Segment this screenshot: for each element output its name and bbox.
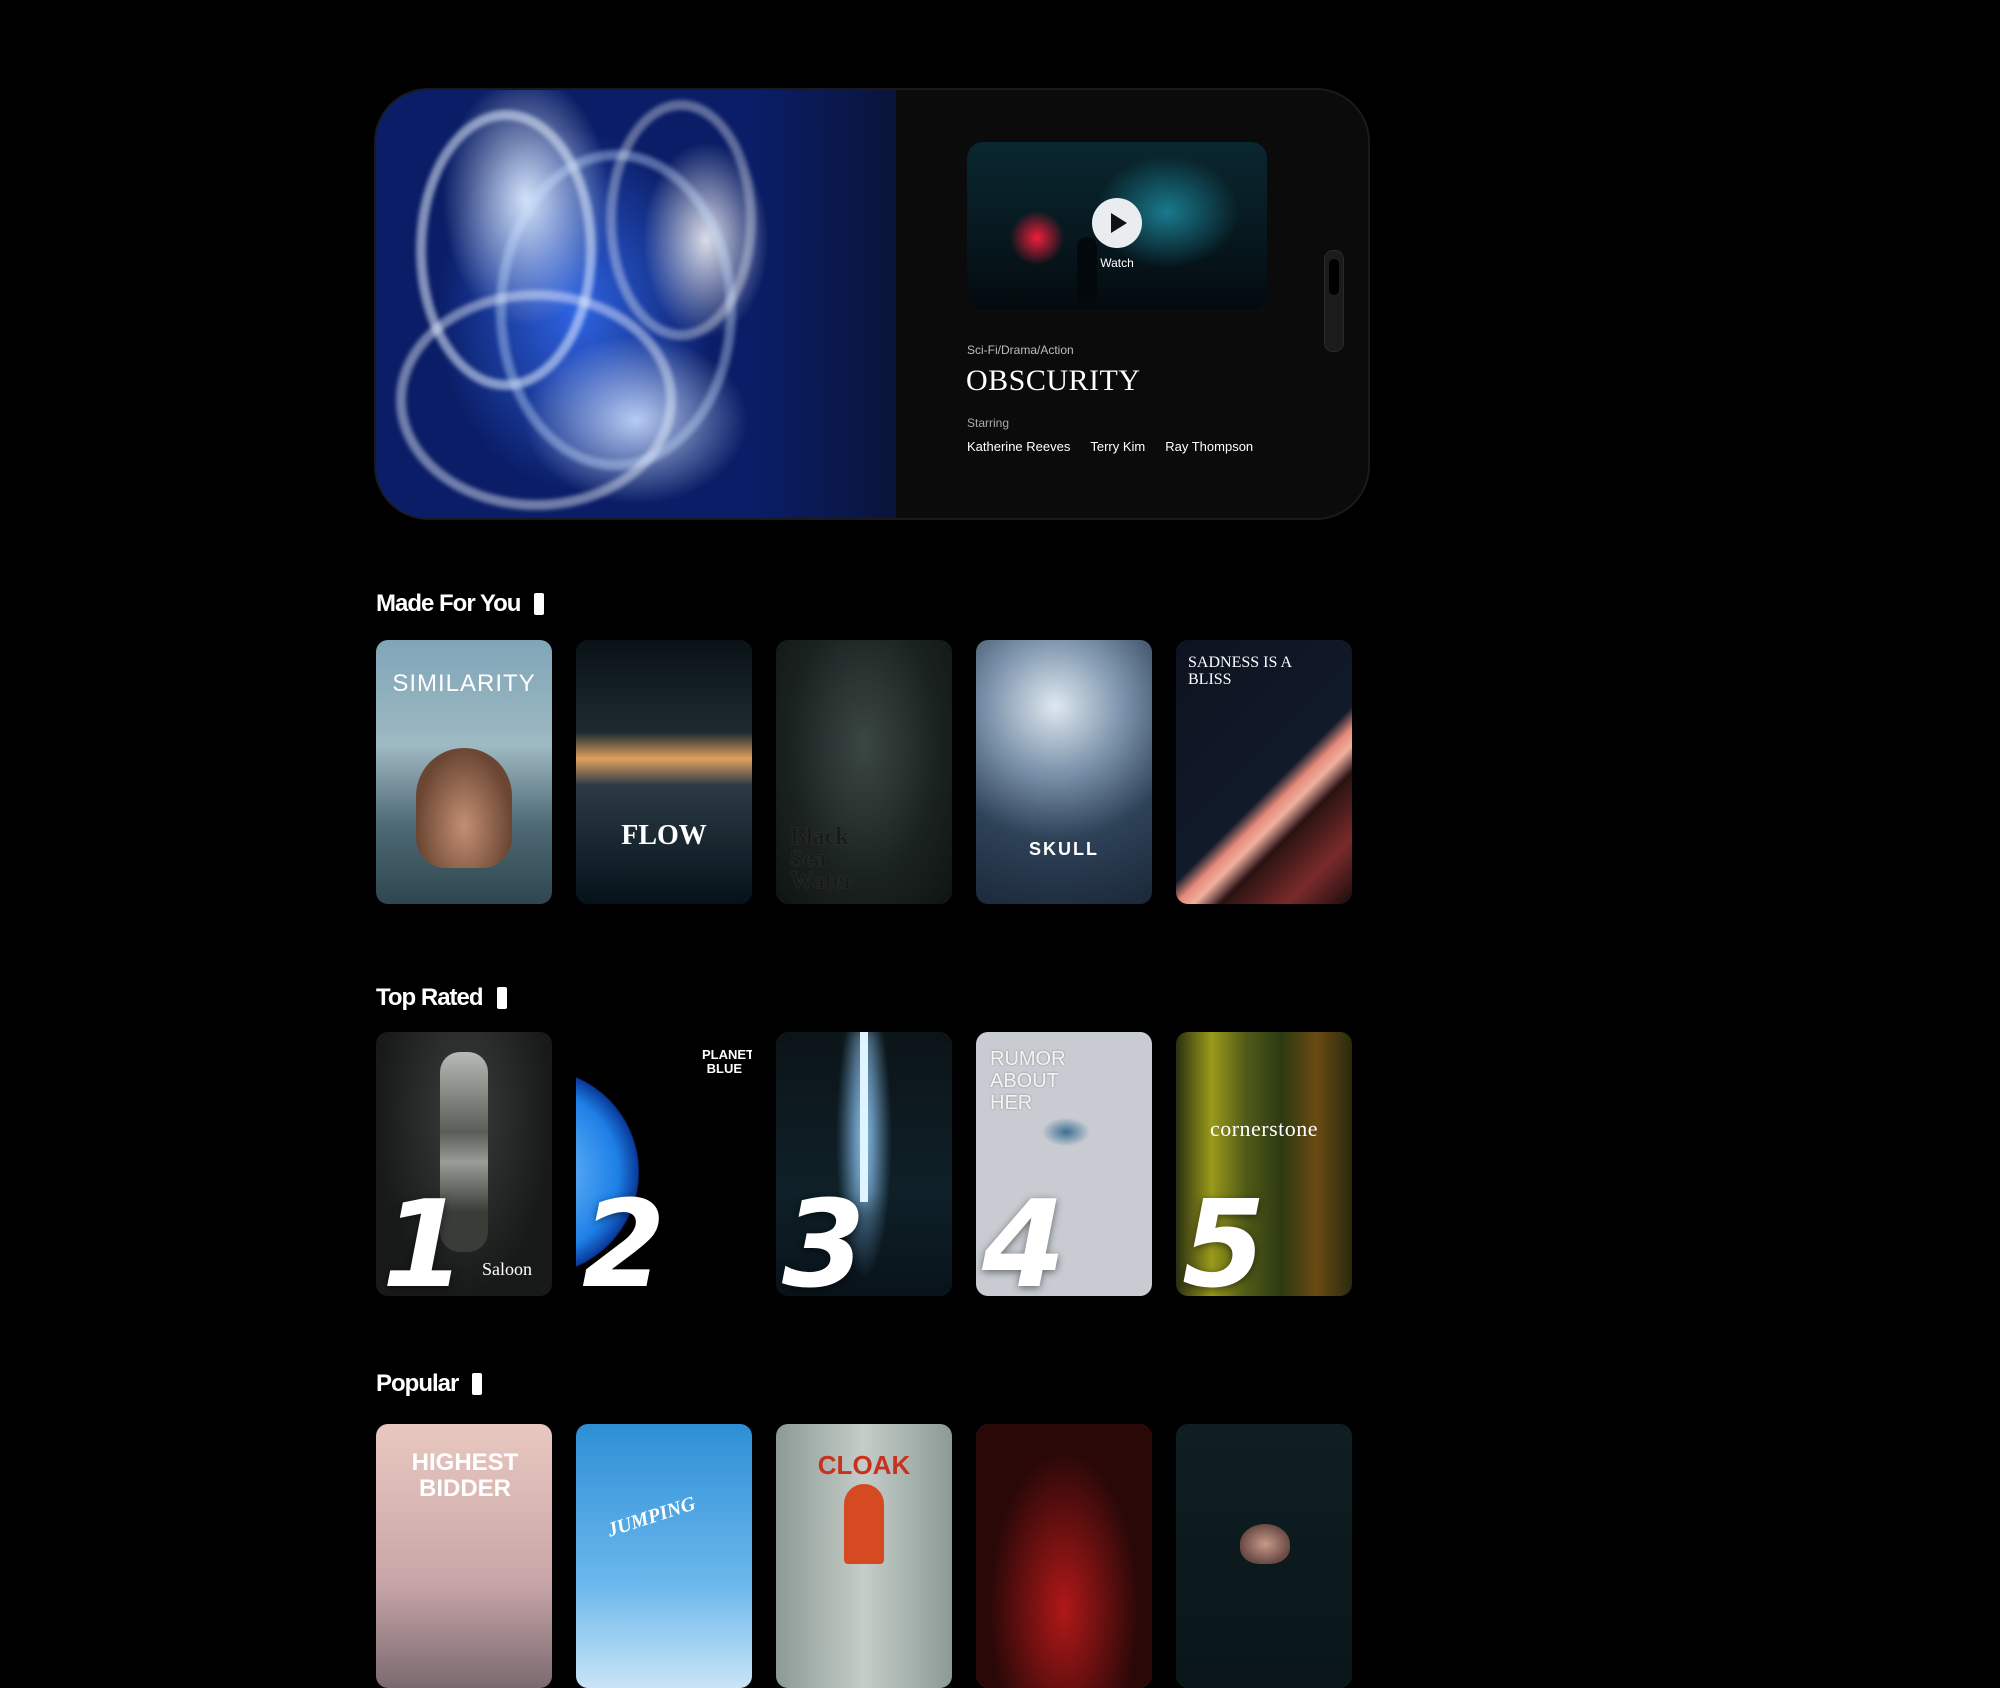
cast-member[interactable]: Terry Kim xyxy=(1090,439,1145,454)
poster-title: SADNESS IS A BLISS xyxy=(1188,654,1292,688)
poster-title: RUMOR ABOUT HER xyxy=(990,1048,1066,1114)
rank-number: 1 xyxy=(382,1176,466,1297)
poster-title: JUMPING xyxy=(604,1492,699,1542)
play-icon xyxy=(1111,213,1127,233)
poster-card[interactable]: JUMPING xyxy=(576,1424,752,1688)
starring-label: Starring xyxy=(967,416,1010,430)
poster-row: SIMILARITY FLOW Black Sea Water SKULL SA… xyxy=(376,640,1352,904)
poster-card[interactable]: CLOAK xyxy=(776,1424,952,1688)
poster-title: Saloon xyxy=(481,1259,532,1279)
rank-number: 5 xyxy=(1182,1176,1266,1297)
trailer-thumbnail[interactable]: Watch xyxy=(967,142,1267,310)
poster-card[interactable]: FLOW xyxy=(576,640,752,904)
cast-member[interactable]: Ray Thompson xyxy=(1165,439,1253,454)
poster-title: PLANET BLUE xyxy=(702,1047,752,1076)
poster-row: HIGHEST BIDDER JUMPING CLOAK xyxy=(376,1424,1352,1688)
silhouette xyxy=(1077,237,1097,303)
poster-card[interactable]: SIMILARITY xyxy=(376,640,552,904)
rank-number: 4 xyxy=(982,1176,1066,1297)
chevron-right-icon xyxy=(496,987,507,1009)
face xyxy=(416,748,512,868)
poster-title: HIGHEST BIDDER xyxy=(411,1449,519,1502)
chevron-right-icon xyxy=(472,1373,483,1395)
ranked-poster-card[interactable]: 3 xyxy=(776,1032,952,1296)
scroll-indicator[interactable] xyxy=(1324,250,1344,352)
poster-title: Black Sea Water xyxy=(790,824,854,894)
hero-banner[interactable]: Watch Sci-Fi/Drama/Action OBSCURITY Star… xyxy=(376,90,1368,518)
movie-title: OBSCURITY xyxy=(966,364,1141,397)
poster-card[interactable]: HIGHEST BIDDER xyxy=(376,1424,552,1688)
poster-card[interactable]: SKULL xyxy=(976,640,1152,904)
poster-title: FLOW xyxy=(621,820,707,851)
poster-title: SIMILARITY xyxy=(392,670,536,697)
poster-card[interactable]: Black Sea Water xyxy=(776,640,952,904)
section-title[interactable]: Made For You xyxy=(376,590,545,618)
rank-number: 2 xyxy=(582,1176,666,1297)
section-title[interactable]: Top Rated xyxy=(376,984,507,1012)
ranked-poster-card[interactable]: Saloon 1 xyxy=(376,1032,552,1296)
ranked-poster-card[interactable]: RUMOR ABOUT HER 4 xyxy=(976,1032,1152,1296)
poster-title: CLOAK xyxy=(817,1450,911,1480)
chevron-right-icon xyxy=(534,593,545,615)
cloaked-figure xyxy=(844,1484,884,1564)
ranked-poster-card[interactable]: cornerstone 5 xyxy=(1176,1032,1352,1296)
poster-card[interactable] xyxy=(976,1424,1152,1688)
rank-number: 3 xyxy=(782,1176,866,1297)
top-rated-row: Saloon 1 PLANET BLUE 2 3 RUMOR ABOUT HER… xyxy=(376,1032,1352,1296)
poster-title: cornerstone xyxy=(1209,1116,1319,1141)
section-title[interactable]: Popular xyxy=(376,1370,483,1398)
ranked-poster-card[interactable]: PLANET BLUE 2 xyxy=(576,1032,752,1296)
play-button[interactable] xyxy=(1092,198,1142,248)
poster-title: SKULL xyxy=(1029,839,1099,859)
poster-card[interactable]: SADNESS IS A BLISS xyxy=(1176,640,1352,904)
watch-label: Watch xyxy=(1100,256,1134,270)
poster-card[interactable] xyxy=(1176,1424,1352,1688)
cat-silhouette xyxy=(1240,1524,1290,1564)
cast-list: Katherine Reeves Terry Kim Ray Thompson xyxy=(967,439,1253,454)
cast-member[interactable]: Katherine Reeves xyxy=(967,439,1070,454)
genre-label: Sci-Fi/Drama/Action xyxy=(967,343,1074,357)
